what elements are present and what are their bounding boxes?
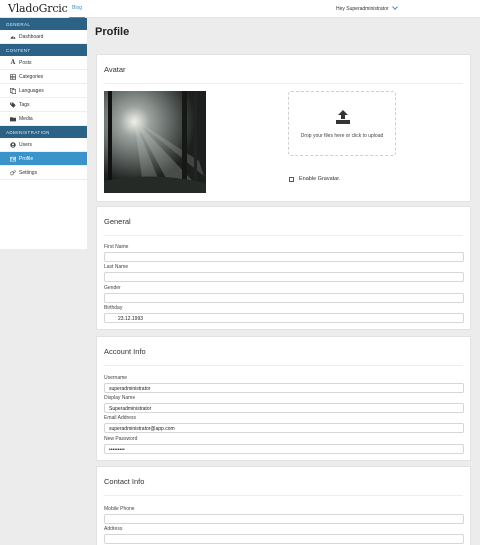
sidebar-item-label: Languages	[19, 87, 44, 94]
sidebar-item-posts[interactable]: A Posts	[0, 56, 87, 70]
user-circle-icon	[10, 141, 16, 148]
sidebar: GENERAL Dashboard CONTENT A Posts Catego…	[0, 18, 87, 249]
sidebar-item-users[interactable]: Users	[0, 138, 87, 152]
new-password-label: New Password	[104, 436, 138, 442]
panel-title: General	[104, 217, 131, 226]
sidebar-item-label: Settings	[19, 169, 38, 176]
sidebar-item-label: Users	[19, 141, 33, 148]
avatar-panel: Avatar Drop your files here or click to …	[96, 54, 471, 202]
brand-logo[interactable]: VladoGrcic	[8, 2, 68, 15]
mobile-phone-field[interactable]	[104, 514, 464, 524]
tags-icon	[10, 102, 16, 108]
sidebar-item-media[interactable]: Media	[0, 112, 87, 126]
panel-title: Account Info	[104, 347, 146, 356]
panel-divider	[104, 365, 463, 366]
panel-title: Contact Info	[104, 477, 145, 486]
top-navbar: VladoGrcic Blog Hey Superadministrator	[0, 0, 480, 18]
address-label: Address	[104, 526, 123, 532]
sidebar-item-profile[interactable]: Profile	[0, 152, 87, 166]
categories-icon	[10, 73, 16, 80]
birthday-label: Birthday	[104, 305, 123, 311]
cogs-icon	[10, 169, 16, 176]
panel-divider	[104, 83, 463, 84]
sidebar-item-categories[interactable]: Categories	[0, 70, 87, 84]
username-field[interactable]: superadministrator	[104, 383, 464, 393]
page-title: Profile	[95, 26, 130, 38]
email-field[interactable]: superadministrator@app.com	[104, 423, 464, 433]
birthday-field[interactable]: 23.12.1993	[104, 313, 464, 323]
id-card-icon	[10, 156, 16, 162]
contact-info-panel: Contact Info Mobile Phone Address	[96, 466, 471, 545]
sidebar-item-dashboard[interactable]: Dashboard	[0, 30, 87, 44]
panel-divider	[104, 235, 463, 236]
folder-icon	[10, 116, 16, 122]
gravatar-checkbox[interactable]	[289, 176, 294, 182]
gravatar-option[interactable]: Enable Gravatar.	[289, 176, 340, 182]
display-name-label: Display Name	[104, 395, 136, 401]
sidebar-item-label: Media	[19, 115, 33, 122]
gender-label: Gender	[104, 285, 121, 291]
upload-icon	[336, 110, 350, 129]
gravatar-label: Enable Gravatar.	[299, 176, 341, 182]
sidebar-item-label: Dashboard	[19, 33, 44, 40]
copy-icon	[10, 87, 16, 94]
sidebar-section-administration: ADMINISTRATION	[0, 126, 87, 138]
panel-title: Avatar	[104, 65, 126, 74]
avatar-image	[104, 91, 206, 193]
chevron-down-icon	[391, 4, 398, 10]
sidebar-item-label: Tags	[19, 101, 30, 108]
account-info-panel: Account Info Username superadministrator…	[96, 336, 471, 461]
sidebar-item-label: Profile	[19, 155, 34, 162]
sidebar-item-languages[interactable]: Languages	[0, 84, 87, 98]
sidebar-section-content: CONTENT	[0, 44, 87, 56]
display-name-field[interactable]: Superadministrator	[104, 403, 464, 413]
username-label: Username	[104, 375, 128, 381]
sidebar-item-label: Posts	[19, 59, 32, 66]
first-name-field[interactable]	[104, 252, 464, 262]
sidebar-item-tags[interactable]: Tags	[0, 98, 87, 112]
dashboard-icon	[10, 34, 16, 40]
dropzone-text: Drop your files here or click to upload	[300, 133, 384, 139]
email-label: Email Address	[104, 415, 136, 421]
avatar-dropzone[interactable]: Drop your files here or click to upload	[288, 91, 396, 156]
sidebar-item-label: Categories	[19, 73, 44, 80]
last-name-label: Last Name	[104, 264, 129, 270]
mobile-phone-label: Mobile Phone	[104, 506, 135, 512]
panel-divider	[104, 495, 463, 496]
first-name-label: First Name	[104, 244, 129, 250]
sidebar-item-settings[interactable]: Settings	[0, 166, 87, 180]
gender-select[interactable]	[104, 293, 464, 303]
address-field[interactable]	[104, 534, 464, 544]
user-menu[interactable]: Hey Superadministrator	[336, 4, 398, 12]
sidebar-section-general: GENERAL	[0, 18, 87, 30]
last-name-field[interactable]	[104, 272, 464, 282]
general-panel: General First Name Last Name Gender Birt…	[96, 206, 471, 330]
user-greeting: Hey Superadministrator	[336, 6, 389, 12]
new-password-field[interactable]: •••••••••	[104, 444, 464, 454]
font-icon: A	[10, 59, 16, 66]
nav-blog-link[interactable]: Blog	[69, 0, 86, 18]
